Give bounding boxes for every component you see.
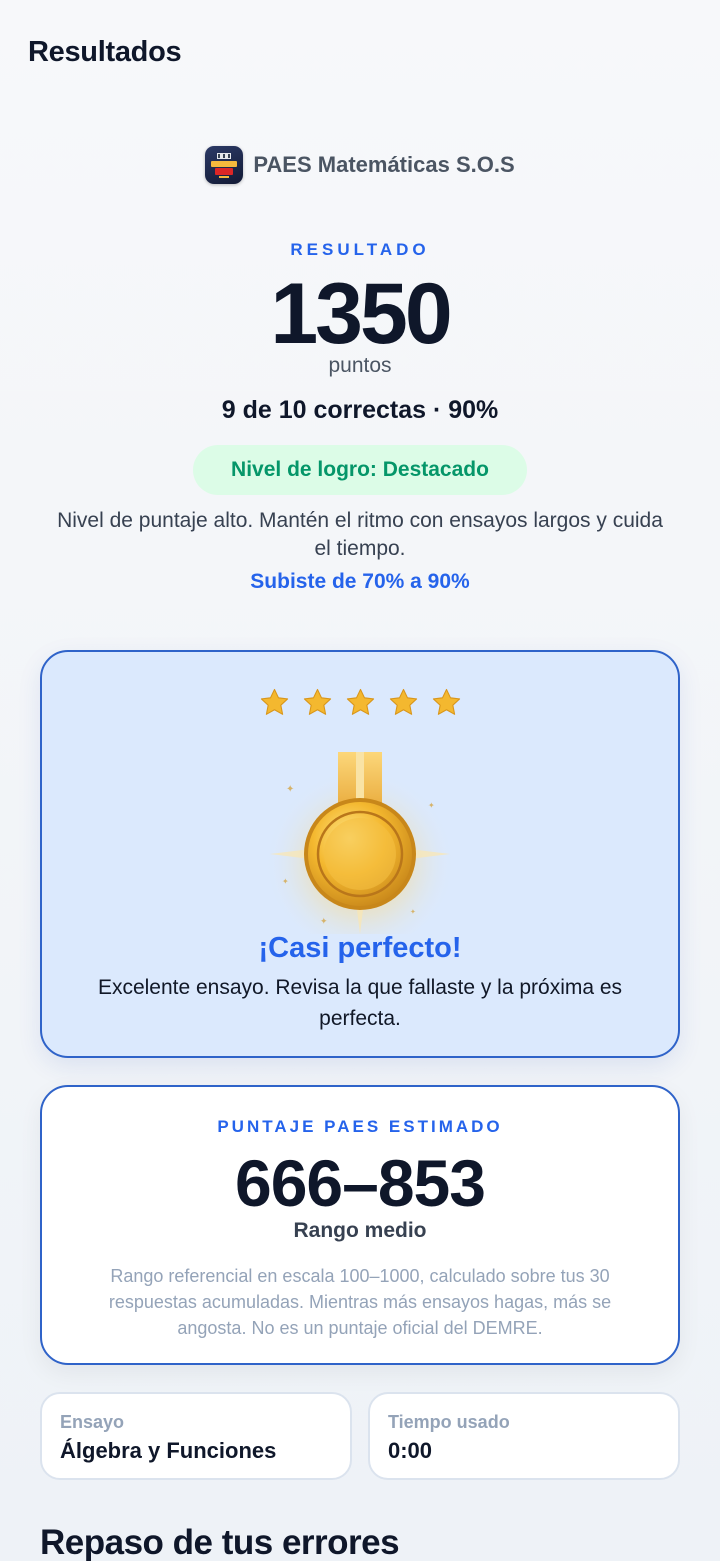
improvement-text: Subiste de 70% a 90% <box>250 570 470 593</box>
app-logo-icon <box>205 146 244 184</box>
page-title: Resultados <box>28 36 182 68</box>
level-description: Nivel de puntaje alto. Mantén el ritmo c… <box>57 509 663 560</box>
score-value: 1350 <box>270 266 452 362</box>
star-rating <box>42 686 678 719</box>
svg-text:✦: ✦ <box>282 877 289 886</box>
estimate-kicker: PUNTAJE PAES ESTIMADO <box>217 1117 503 1136</box>
correct-summary: 9 de 10 correctas · 90% <box>221 396 499 424</box>
essay-label: Ensayo <box>60 1412 125 1432</box>
app-name: PAES Matemáticas S.O.S <box>253 152 515 177</box>
star-icon <box>389 688 417 715</box>
svg-text:✦: ✦ <box>428 801 435 810</box>
celebration-title: ¡Casi perfecto! <box>258 932 462 964</box>
star-icon <box>432 688 460 715</box>
time-label: Tiempo usado <box>388 1412 510 1432</box>
svg-text:✦: ✦ <box>320 916 328 926</box>
celebration-message: Excelente ensayo. Revisa la que fallaste… <box>97 976 623 1030</box>
svg-text:✦: ✦ <box>286 784 294 795</box>
time-value: 0:00 <box>388 1438 433 1463</box>
svg-text:✦: ✦ <box>410 908 416 916</box>
star-icon <box>303 688 331 715</box>
score-unit: puntos <box>328 354 392 377</box>
celebration-card: ✦ ✦ ✦ ✦ ✦ ¡Casi perfecto! Excelente ensa… <box>40 650 680 1058</box>
estimate-note: Rango referencial en escala 100–1000, ca… <box>108 1266 612 1338</box>
medal-icon: ✦ ✦ ✦ ✦ ✦ <box>265 752 455 934</box>
result-kicker: RESULTADO <box>290 240 430 259</box>
estimate-card: PUNTAJE PAES ESTIMADO 666–853 Rango medi… <box>40 1085 680 1365</box>
review-section-title: Repaso de tus errores <box>40 1523 400 1561</box>
estimate-label: Rango medio <box>293 1219 427 1242</box>
estimate-range: 666–853 <box>235 1146 486 1220</box>
time-info-card: Tiempo usado 0:00 <box>368 1392 680 1480</box>
essay-info-card: Ensayo Álgebra y Funciones <box>40 1392 352 1480</box>
brand-header: PAES Matemáticas S.O.S <box>0 146 720 184</box>
star-icon <box>346 688 374 715</box>
star-icon <box>260 688 288 715</box>
essay-value: Álgebra y Funciones <box>60 1438 277 1463</box>
level-badge: Nivel de logro: Destacado <box>193 445 527 495</box>
